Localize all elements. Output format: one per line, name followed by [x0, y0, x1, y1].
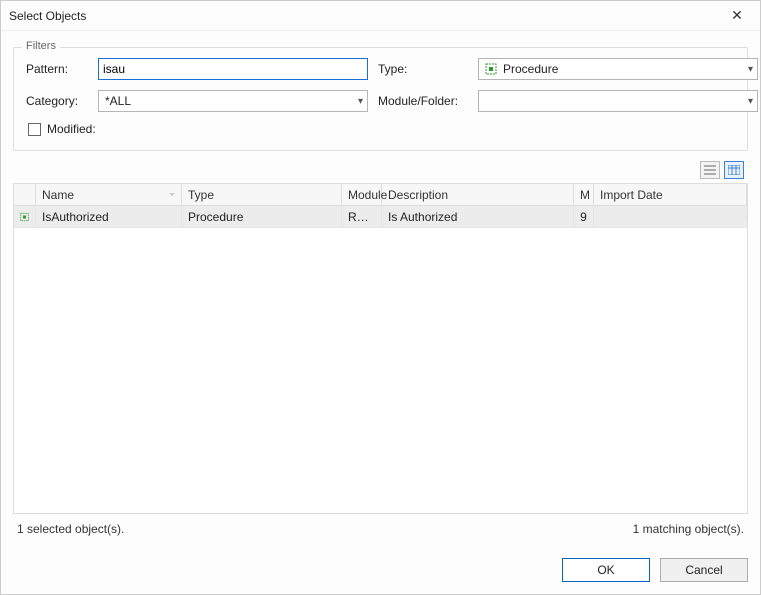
col-import-date[interactable]: Import Date — [594, 184, 747, 205]
type-select[interactable]: Procedure ▾ — [478, 58, 758, 80]
category-select[interactable]: *ALL ▾ — [98, 90, 368, 112]
table-empty-area — [14, 228, 747, 513]
cell-name: IsAuthorized — [36, 207, 182, 227]
type-value: Procedure — [503, 62, 744, 76]
dialog-window: Select Objects ✕ Filters Pattern: Type: … — [0, 0, 761, 595]
cell-type: Procedure — [182, 207, 342, 227]
cell-description: Is Authorized — [382, 207, 574, 227]
grid-view-button[interactable] — [724, 161, 744, 179]
row-icon — [14, 208, 36, 226]
status-selected: 1 selected object(s). — [17, 522, 124, 536]
content-area: Filters Pattern: Type: Procedure ▾ Categ… — [1, 31, 760, 552]
category-label: Category: — [26, 94, 88, 108]
modulefolder-label: Module/Folder: — [378, 94, 468, 108]
results-table: Name Type Module Description M Import Da… — [13, 183, 748, 514]
modified-row: Modified: — [28, 122, 735, 136]
procedure-icon — [485, 63, 497, 75]
ok-button[interactable]: OK — [562, 558, 650, 582]
table-header: Name Type Module Description M Import Da… — [14, 184, 747, 206]
cell-module: Root... — [342, 207, 382, 227]
list-view-button[interactable] — [700, 161, 720, 179]
filters-legend: Filters — [22, 40, 60, 52]
titlebar: Select Objects ✕ — [1, 1, 760, 31]
col-module[interactable]: Module — [342, 184, 382, 205]
footer-buttons: OK Cancel — [1, 552, 760, 594]
chevron-down-icon: ▾ — [748, 64, 753, 75]
col-description[interactable]: Description — [382, 184, 574, 205]
filters-group: Filters Pattern: Type: Procedure ▾ Categ… — [13, 47, 748, 151]
modulefolder-select[interactable]: ▾ — [478, 90, 758, 112]
cancel-button[interactable]: Cancel — [660, 558, 748, 582]
view-toggle-bar — [13, 161, 744, 179]
pattern-label: Pattern: — [26, 62, 88, 76]
cell-import-date — [594, 214, 747, 220]
col-name[interactable]: Name — [36, 184, 182, 205]
category-value: *ALL — [105, 94, 354, 108]
dialog-title: Select Objects — [9, 9, 722, 23]
pattern-input[interactable] — [98, 58, 368, 80]
status-bar: 1 selected object(s). 1 matching object(… — [13, 514, 748, 546]
modified-checkbox[interactable] — [28, 123, 41, 136]
chevron-down-icon: ▾ — [748, 96, 753, 107]
table-row[interactable]: IsAuthorized Procedure Root... Is Author… — [14, 206, 747, 228]
modified-label: Modified: — [47, 122, 96, 136]
col-type[interactable]: Type — [182, 184, 342, 205]
status-matching: 1 matching object(s). — [633, 522, 744, 536]
col-m[interactable]: M — [574, 184, 594, 205]
close-icon[interactable]: ✕ — [722, 7, 752, 24]
col-icon[interactable] — [14, 184, 36, 205]
chevron-down-icon: ▾ — [358, 96, 363, 107]
type-label: Type: — [378, 62, 468, 76]
cell-m: 9 — [574, 207, 594, 227]
